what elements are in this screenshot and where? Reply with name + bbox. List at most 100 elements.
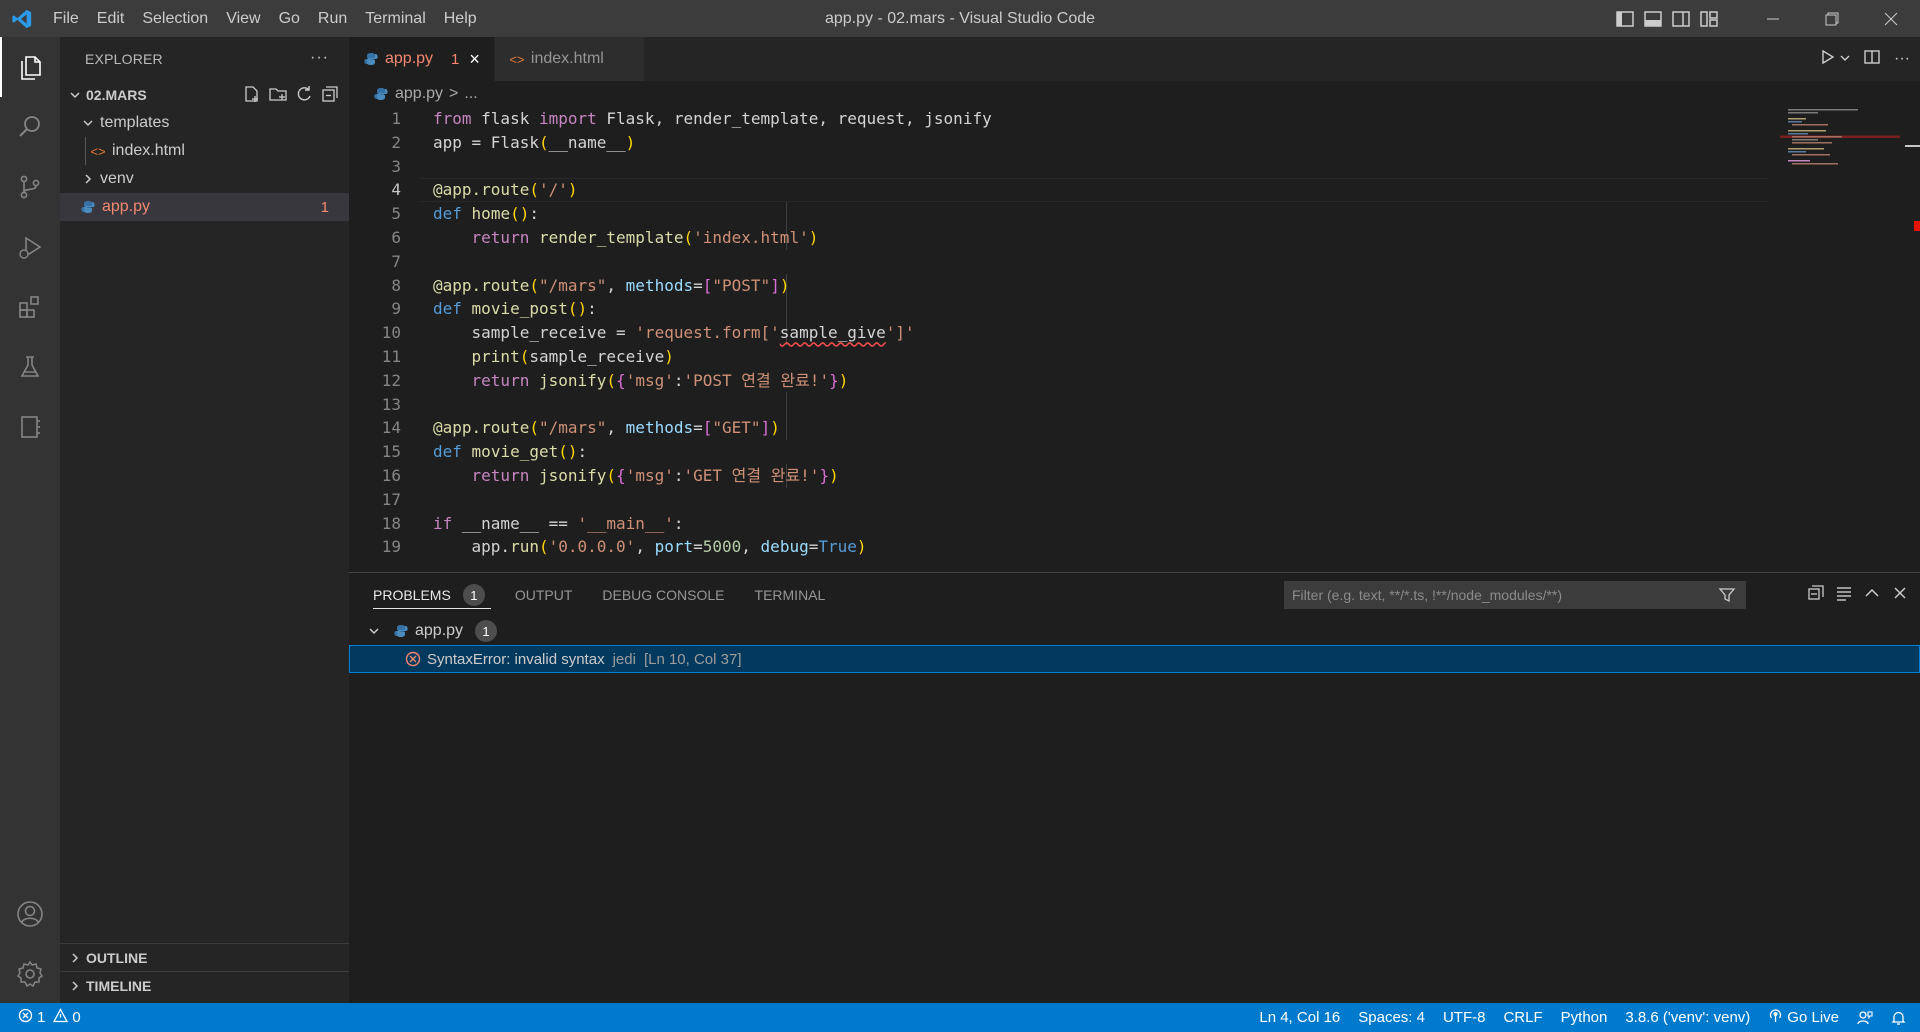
toggle-panel-icon[interactable] xyxy=(1639,0,1667,37)
timeline-section[interactable]: TIMELINE xyxy=(60,971,349,1000)
minimize-icon[interactable] xyxy=(1743,0,1802,37)
filter-icon[interactable] xyxy=(1718,586,1736,607)
refresh-icon[interactable] xyxy=(295,85,313,106)
code-line: 10 sample_receive = 'request.form['sampl… xyxy=(381,323,915,343)
problem-location: [Ln 10, Col 37] xyxy=(643,650,742,668)
filter-placeholder: Filter (e.g. text, **/*.ts, !**/node_mod… xyxy=(1292,587,1563,603)
activity-bar xyxy=(0,37,60,1003)
feedback-icon[interactable] xyxy=(1848,1010,1882,1026)
menu-edit[interactable]: Edit xyxy=(88,0,134,37)
tab-error-count: 1 xyxy=(451,50,460,68)
menu-run[interactable]: Run xyxy=(309,0,356,37)
collapse-all-icon[interactable] xyxy=(1808,584,1824,606)
minimap[interactable] xyxy=(1780,107,1900,567)
customize-layout-icon[interactable] xyxy=(1695,0,1723,37)
code-line: 8 @app.route("/mars", methods=["POST"]) xyxy=(391,275,790,295)
run-python-file-icon[interactable] xyxy=(1820,49,1836,70)
problem-file-name: app.py xyxy=(415,622,464,639)
view-as-table-icon[interactable] xyxy=(1836,585,1852,606)
notifications-bell-icon[interactable] xyxy=(1882,1010,1920,1025)
tab-terminal[interactable]: TERMINAL xyxy=(755,573,826,617)
workspace-folder-label: 02.MARS xyxy=(86,87,147,103)
code-line: 15 def movie_get(): xyxy=(381,442,588,462)
indentation[interactable]: Spaces: 4 xyxy=(1349,1009,1434,1026)
workspace-folder-header[interactable]: 02.MARS xyxy=(60,81,349,109)
problem-file-count: 1 xyxy=(475,620,498,642)
tab-problems[interactable]: PROBLEMS 1 xyxy=(373,573,491,617)
status-bar: 1 0 Ln 4, Col 16 Spaces: 4 UTF-8 CRLF Py… xyxy=(0,1003,1920,1032)
new-file-icon[interactable] xyxy=(243,85,261,106)
menu-help[interactable]: Help xyxy=(435,0,486,37)
tab-output[interactable]: OUTPUT xyxy=(515,573,573,617)
run-debug-icon[interactable] xyxy=(0,217,60,277)
warning-icon xyxy=(53,1008,69,1027)
tab-app-py[interactable]: app.py 1 × xyxy=(349,37,495,81)
menu-go[interactable]: Go xyxy=(270,0,309,37)
close-window-icon[interactable] xyxy=(1861,0,1920,37)
encoding[interactable]: UTF-8 xyxy=(1434,1009,1495,1026)
timeline-label: TIMELINE xyxy=(86,978,152,994)
settings-gear-icon[interactable] xyxy=(0,944,60,1004)
search-icon[interactable] xyxy=(0,97,60,157)
problems-status[interactable]: 1 0 xyxy=(0,1008,90,1027)
source-control-icon[interactable] xyxy=(0,157,60,217)
vscode-logo-icon[interactable] xyxy=(0,0,44,37)
problem-item[interactable]: SyntaxError: invalid syntax jedi [Ln 10,… xyxy=(349,645,1920,673)
run-dropdown-chevron-icon[interactable] xyxy=(1840,50,1850,68)
restore-icon[interactable] xyxy=(1802,0,1861,37)
collapse-all-icon[interactable] xyxy=(321,85,339,106)
tab-index-html[interactable]: <> index.html xyxy=(494,37,645,81)
toggle-secondary-sidebar-icon[interactable] xyxy=(1667,0,1695,37)
tab-debug-console[interactable]: DEBUG CONSOLE xyxy=(602,573,724,617)
code-line: 4 @app.route('/') xyxy=(391,180,578,200)
html-file-icon: <> xyxy=(509,51,525,67)
end-of-line[interactable]: CRLF xyxy=(1494,1009,1551,1026)
outline-section[interactable]: OUTLINE xyxy=(60,943,349,972)
explorer-icon[interactable] xyxy=(0,37,60,97)
tree-item-app-py[interactable]: app.py 1 xyxy=(60,193,349,221)
tree-item-venv[interactable]: venv xyxy=(60,165,349,193)
testing-icon[interactable] xyxy=(0,337,60,397)
language-mode[interactable]: Python xyxy=(1552,1009,1617,1026)
code-line: 9 def movie_post(): xyxy=(391,299,597,319)
problems-filter-input[interactable]: Filter (e.g. text, **/*.ts, !**/node_mod… xyxy=(1284,581,1746,609)
code-line: 13 xyxy=(381,394,401,414)
accounts-icon[interactable] xyxy=(0,884,60,944)
python-file-icon xyxy=(373,87,389,101)
python-file-icon xyxy=(80,200,96,214)
extensions-icon[interactable] xyxy=(0,277,60,337)
chevron-down-icon xyxy=(64,89,86,101)
notebook-icon[interactable] xyxy=(0,397,60,457)
menu-file[interactable]: File xyxy=(44,0,88,37)
tree-item-label: templates xyxy=(100,114,170,131)
code-line: 19 app.run('0.0.0.0', port=5000, debug=T… xyxy=(381,537,867,557)
explorer-more-icon[interactable]: ··· xyxy=(310,49,329,67)
error-count: 1 xyxy=(37,1009,46,1026)
code-line: 1 from flask import Flask, render_templat… xyxy=(391,109,992,128)
menu-view[interactable]: View xyxy=(217,0,269,37)
menu-selection[interactable]: Selection xyxy=(133,0,217,37)
python-file-icon xyxy=(363,52,379,66)
tree-item-templates[interactable]: templates xyxy=(60,109,349,137)
overview-ruler[interactable] xyxy=(1905,107,1920,567)
python-file-icon xyxy=(393,624,409,638)
tab-label: index.html xyxy=(530,50,604,67)
cursor-position[interactable]: Ln 4, Col 16 xyxy=(1250,1009,1349,1026)
menu-terminal[interactable]: Terminal xyxy=(356,0,434,37)
split-editor-icon[interactable] xyxy=(1864,49,1880,70)
maximize-panel-icon[interactable] xyxy=(1864,585,1880,606)
breadcrumb-symbols[interactable]: ... xyxy=(464,85,477,103)
python-interpreter[interactable]: 3.8.6 ('venv': venv) xyxy=(1616,1009,1759,1026)
problem-file-row[interactable]: app.py 1 xyxy=(349,617,1920,645)
breadcrumb-separator: > xyxy=(449,85,459,102)
close-panel-icon[interactable] xyxy=(1892,585,1908,606)
more-actions-icon[interactable]: ··· xyxy=(1894,50,1910,68)
breadcrumb-file[interactable]: app.py xyxy=(395,85,443,103)
go-live-button[interactable]: Go Live xyxy=(1759,1008,1848,1027)
code-editor[interactable]: 1 from flask import Flask, render_templat… xyxy=(349,107,1769,567)
toggle-primary-sidebar-icon[interactable] xyxy=(1611,0,1639,37)
close-tab-icon[interactable]: × xyxy=(469,49,480,70)
new-folder-icon[interactable] xyxy=(269,85,287,106)
tree-item-index-html[interactable]: <> index.html xyxy=(60,137,349,165)
menu-bar: File Edit Selection View Go Run Terminal… xyxy=(44,0,486,37)
